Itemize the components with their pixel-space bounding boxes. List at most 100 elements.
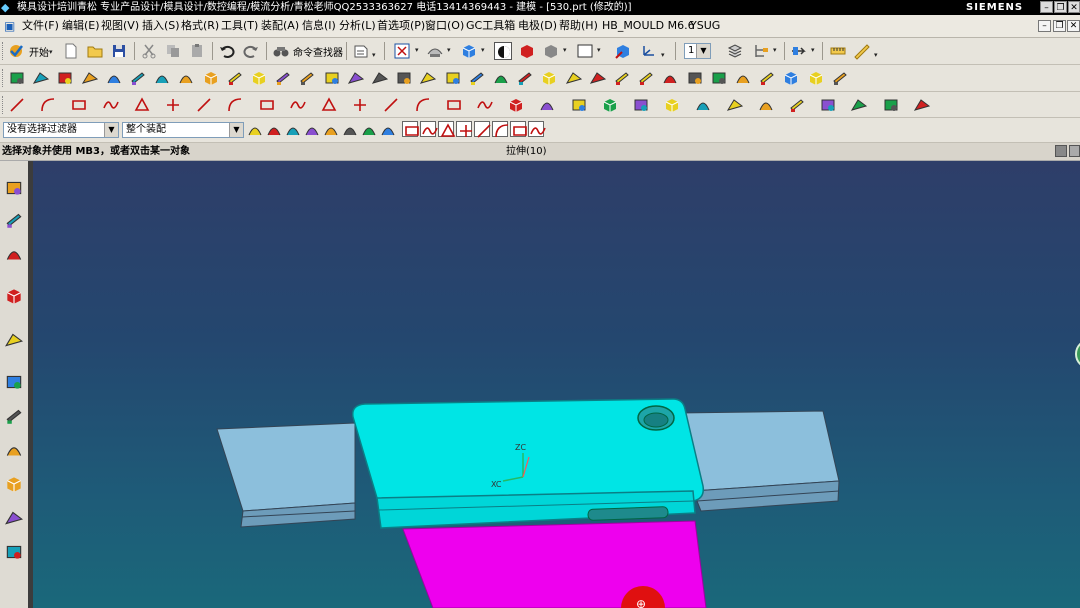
- rectangle-icon[interactable]: [70, 96, 88, 114]
- side-slot[interactable]: [587, 506, 669, 521]
- shaded-cube-icon[interactable]: [460, 42, 478, 60]
- cylinder-icon[interactable]: [177, 69, 195, 87]
- ruler-icon[interactable]: [853, 42, 871, 60]
- status-toggle-icon[interactable]: [1055, 145, 1067, 157]
- intersect-curve-icon[interactable]: [258, 96, 276, 114]
- copy-icon[interactable]: [164, 42, 182, 60]
- csys-icon[interactable]: [640, 42, 658, 60]
- menu-gc-toolkit[interactable]: GC工具箱: [466, 15, 515, 37]
- boss-icon[interactable]: [129, 69, 147, 87]
- extrude-icon[interactable]: [56, 69, 74, 87]
- face-icon[interactable]: [322, 121, 338, 137]
- arc-icon[interactable]: [39, 96, 57, 114]
- assembly-nav-icon[interactable]: [752, 42, 770, 60]
- snap-intersection-icon[interactable]: [601, 96, 619, 114]
- system-materials-icon[interactable]: [4, 405, 24, 427]
- layer-icon[interactable]: [726, 42, 744, 60]
- intersect-icon[interactable]: [395, 69, 413, 87]
- manufacturing-wizard-icon[interactable]: [4, 473, 24, 495]
- chevron-down-icon[interactable]: ▾: [481, 46, 485, 54]
- mirror-icon[interactable]: [540, 69, 558, 87]
- select-all-icon[interactable]: [360, 121, 376, 137]
- block-icon[interactable]: [153, 69, 171, 87]
- constraint-navigator-icon[interactable]: [4, 209, 24, 231]
- vertex-icon[interactable]: [284, 121, 300, 137]
- n-sided-icon[interactable]: [637, 69, 655, 87]
- shaded-edges-icon[interactable]: [518, 42, 536, 60]
- doc-restore-button[interactable]: ❐: [1053, 20, 1066, 32]
- web-browser-icon[interactable]: [4, 329, 24, 351]
- fit-view-icon[interactable]: [393, 42, 411, 60]
- close-window-button[interactable]: ✕: [1068, 1, 1080, 13]
- model-view[interactable]: ZC XC ⊕: [33, 161, 1080, 608]
- snap-point-icon[interactable]: [570, 96, 588, 114]
- snap-midpoint-icon[interactable]: [538, 96, 556, 114]
- polygon-icon[interactable]: [133, 96, 151, 114]
- sew-icon[interactable]: [710, 69, 728, 87]
- bounded-plane-icon[interactable]: [661, 69, 679, 87]
- menu-preferences[interactable]: 首选项(P): [377, 15, 425, 37]
- patch-icon[interactable]: [686, 69, 704, 87]
- menu-tools[interactable]: 工具(T): [221, 15, 258, 37]
- new-file-icon[interactable]: [62, 42, 80, 60]
- undo-icon[interactable]: [218, 42, 236, 60]
- trim-body-icon[interactable]: [419, 69, 437, 87]
- draft-icon[interactable]: [323, 69, 341, 87]
- chevron-down-icon[interactable]: ▾: [874, 51, 878, 59]
- offset-curve-icon[interactable]: [164, 96, 182, 114]
- unite-icon[interactable]: [347, 69, 365, 87]
- cross-icon[interactable]: [438, 121, 456, 137]
- chevron-down-icon[interactable]: ▼: [696, 44, 710, 58]
- subtract-icon[interactable]: [371, 69, 389, 87]
- trim-curve-icon[interactable]: [320, 96, 338, 114]
- project-curve-icon[interactable]: [226, 96, 244, 114]
- move-component-icon[interactable]: [790, 42, 808, 60]
- sketch-icon[interactable]: [8, 69, 26, 87]
- draft-analysis-icon[interactable]: [788, 96, 806, 114]
- doc-minimize-button[interactable]: –: [1038, 20, 1051, 32]
- curve-point-icon[interactable]: [492, 121, 509, 138]
- snap-icon[interactable]: [246, 121, 262, 137]
- bridge-curve-icon[interactable]: [195, 96, 213, 114]
- status-toggle-icon[interactable]: [1069, 145, 1080, 157]
- arrow-point-icon[interactable]: [420, 121, 438, 137]
- reflection-icon[interactable]: [882, 96, 900, 114]
- extract-icon[interactable]: [734, 69, 752, 87]
- menu-assemblies[interactable]: 装配(A): [261, 15, 299, 37]
- shell-icon[interactable]: [298, 69, 316, 87]
- snap-quadrant-icon[interactable]: [663, 96, 681, 114]
- chevron-down-icon[interactable]: ▾: [773, 46, 777, 54]
- fillet-curve-icon[interactable]: [382, 96, 400, 114]
- divide-curve-icon[interactable]: [351, 96, 369, 114]
- chevron-down-icon[interactable]: ▾: [661, 51, 665, 59]
- chevron-down-icon[interactable]: ▾: [563, 46, 567, 54]
- box-select-icon[interactable]: [379, 121, 395, 137]
- wcs-icon[interactable]: [528, 121, 546, 137]
- toolbar-grip[interactable]: [2, 42, 6, 60]
- deviation-icon[interactable]: [819, 96, 837, 114]
- wireframe-icon[interactable]: [542, 42, 560, 60]
- through-curves-icon[interactable]: [613, 69, 631, 87]
- wcs-origin-icon[interactable]: [913, 96, 931, 114]
- navigation-widget-icon[interactable]: [1075, 340, 1080, 368]
- menu-file[interactable]: 文件(F): [22, 15, 59, 37]
- end-point-icon[interactable]: [510, 121, 527, 137]
- history-icon[interactable]: [4, 371, 24, 393]
- circle-icon[interactable]: [456, 121, 472, 137]
- edge-blend-icon[interactable]: [250, 69, 268, 87]
- layer-settings-icon[interactable]: [352, 42, 370, 60]
- redo-icon[interactable]: [242, 42, 260, 60]
- menu-information[interactable]: 信息(I): [302, 15, 336, 37]
- display-mode-icon[interactable]: [494, 42, 512, 60]
- assembly-navigator-icon[interactable]: [4, 177, 24, 199]
- menu-help[interactable]: 帮助(H): [559, 15, 598, 37]
- replace-face-icon[interactable]: [758, 69, 776, 87]
- maximize-button[interactable]: ❐: [1054, 1, 1067, 13]
- right-rail[interactable]: [677, 410, 840, 492]
- sphere-icon[interactable]: [226, 69, 244, 87]
- curvature-icon[interactable]: [757, 96, 775, 114]
- menu-insert[interactable]: 插入(S): [142, 15, 180, 37]
- face-analysis-icon[interactable]: [694, 96, 712, 114]
- chevron-down-icon[interactable]: ▾: [597, 46, 601, 54]
- body-icon[interactable]: [341, 121, 357, 137]
